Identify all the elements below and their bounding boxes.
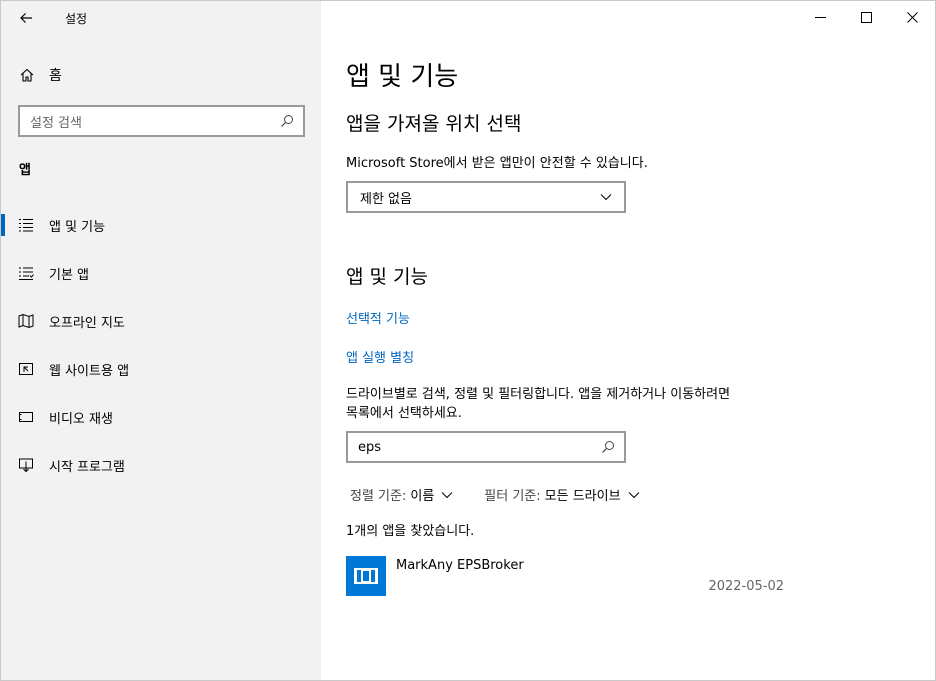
app-name: MarkAny EPSBroker bbox=[396, 558, 524, 573]
minimize-icon bbox=[814, 16, 826, 18]
sidebar-item-apps-features[interactable]: 앱 및 기능 bbox=[1, 201, 321, 249]
optional-features-link[interactable]: 선택적 기능 bbox=[346, 308, 410, 327]
sidebar-item-default-apps[interactable]: 기본 앱 bbox=[1, 249, 321, 297]
app-search-input[interactable]: eps bbox=[346, 431, 626, 463]
active-indicator bbox=[1, 214, 5, 236]
sidebar-nav: 앱 및 기능 기본 앱 오프라인 지도 웹 사이트용 앱 비디오 재생 시작 프… bbox=[1, 201, 321, 489]
sidebar-item-label: 오프라인 지도 bbox=[49, 315, 125, 331]
back-button[interactable] bbox=[13, 7, 39, 29]
filter-description-line1: 드라이브별로 검색, 정렬 및 필터링합니다. 앱을 제거하거나 이동하려면 bbox=[346, 387, 731, 402]
source-description: Microsoft Store에서 받은 앱만이 안전할 수 있습니다. bbox=[346, 156, 648, 171]
sort-label: 정렬 기준: bbox=[350, 489, 407, 504]
page-title: 앱 및 기능 bbox=[346, 62, 459, 92]
window-controls bbox=[797, 1, 935, 33]
sort-value: 이름 bbox=[410, 489, 435, 504]
filter-by-label: 필터 기준: bbox=[484, 489, 541, 504]
sidebar-section-header: 앱 bbox=[19, 163, 31, 178]
chevron-down-icon bbox=[627, 488, 641, 502]
app-install-date: 2022-05-02 bbox=[708, 579, 784, 594]
sidebar-item-offline-maps[interactable]: 오프라인 지도 bbox=[1, 297, 321, 345]
sidebar-item-label: 기본 앱 bbox=[49, 267, 90, 283]
apps-features-heading: 앱 및 기능 bbox=[346, 266, 428, 288]
video-icon bbox=[17, 408, 35, 426]
sidebar-item-startup[interactable]: 시작 프로그램 bbox=[1, 441, 321, 489]
sidebar: 설정 홈 설정 검색 앱 앱 및 기능 기본 앱 오프라인 지도 웹 사이트용 … bbox=[1, 1, 321, 680]
search-icon[interactable] bbox=[277, 111, 297, 131]
source-heading: 앱을 가져올 위치 선택 bbox=[346, 113, 522, 135]
default-apps-icon bbox=[17, 264, 35, 282]
filter-by-dropdown[interactable]: 필터 기준: 모든 드라이브 bbox=[484, 485, 640, 504]
list-item[interactable]: MarkAny EPSBroker 2022-05-02 bbox=[346, 555, 786, 599]
close-icon bbox=[906, 11, 918, 23]
web-app-icon bbox=[17, 360, 35, 378]
sidebar-item-label: 웹 사이트용 앱 bbox=[49, 363, 130, 379]
sidebar-item-label: 시작 프로그램 bbox=[49, 459, 125, 475]
sidebar-item-label: 비디오 재생 bbox=[49, 411, 113, 427]
app-tile-icon bbox=[346, 556, 386, 596]
window-title: 설정 bbox=[65, 12, 88, 26]
result-count: 1개의 앱을 찾았습니다. bbox=[346, 524, 475, 539]
app-execution-aliases-link[interactable]: 앱 실행 별칭 bbox=[346, 347, 414, 366]
maximize-icon bbox=[860, 11, 872, 23]
back-arrow-icon bbox=[20, 13, 32, 23]
startup-icon bbox=[17, 456, 35, 474]
close-button[interactable] bbox=[889, 1, 935, 33]
maximize-button[interactable] bbox=[843, 1, 889, 33]
app-source-dropdown[interactable]: 제한 없음 bbox=[346, 181, 626, 213]
search-value: eps bbox=[358, 439, 382, 455]
sidebar-item-label: 앱 및 기능 bbox=[49, 219, 106, 235]
apps-list-icon bbox=[17, 216, 35, 234]
search-icon[interactable] bbox=[598, 437, 618, 457]
filter-description-line2: 목록에서 선택하세요. bbox=[346, 406, 462, 421]
sort-by-dropdown[interactable]: 정렬 기준: 이름 bbox=[350, 485, 454, 504]
chevron-down-icon bbox=[440, 488, 454, 502]
sidebar-item-video-playback[interactable]: 비디오 재생 bbox=[1, 393, 321, 441]
home-icon bbox=[20, 68, 34, 82]
chevron-down-icon bbox=[596, 187, 616, 207]
dropdown-value: 제한 없음 bbox=[360, 191, 412, 207]
settings-search-input[interactable]: 설정 검색 bbox=[18, 105, 305, 137]
minimize-button[interactable] bbox=[797, 1, 843, 33]
home-label: 홈 bbox=[49, 68, 62, 84]
home-nav-item[interactable]: 홈 bbox=[19, 63, 62, 87]
filter-by-value: 모든 드라이브 bbox=[544, 489, 621, 504]
sidebar-item-apps-for-websites[interactable]: 웹 사이트용 앱 bbox=[1, 345, 321, 393]
settings-window: 설정 홈 설정 검색 앱 앱 및 기능 기본 앱 오프라인 지도 웹 사이트용 … bbox=[0, 0, 936, 681]
search-placeholder: 설정 검색 bbox=[30, 115, 82, 131]
sort-filter-row: 정렬 기준: 이름 필터 기준: 모든 드라이브 bbox=[350, 485, 641, 504]
map-icon bbox=[17, 312, 35, 330]
